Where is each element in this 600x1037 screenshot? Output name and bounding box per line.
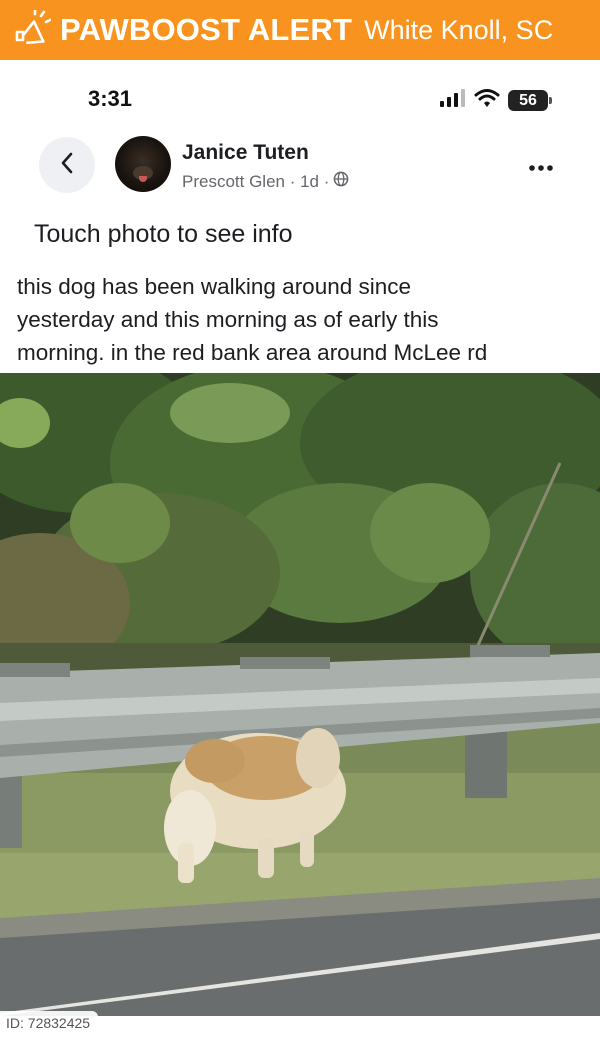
post-photo[interactable] [0, 373, 600, 1016]
battery-icon: 56 [508, 90, 552, 111]
signal-icon [440, 89, 466, 112]
status-bar: 3:31 56 [0, 76, 600, 122]
post-text: this dog has been walking around since y… [17, 270, 587, 369]
alert-location: White Knoll, SC [364, 14, 554, 45]
alert-banner: PAWBOOST ALERT White Knoll, SC [0, 0, 600, 60]
avatar[interactable] [115, 136, 171, 192]
post-text-line: yesterday and this morning as of early t… [17, 307, 439, 332]
chevron-left-icon [59, 151, 75, 180]
globe-icon [333, 171, 349, 192]
back-button[interactable] [39, 137, 95, 193]
wifi-icon [474, 88, 500, 113]
post-text-line: this dog has been walking around since [17, 274, 412, 299]
post-text-line: morning. in the red bank area around McL… [17, 340, 488, 365]
author-name[interactable]: Janice Tuten [182, 141, 309, 165]
author-meta: Prescott Glen · 1d · [182, 171, 349, 192]
post-header: Janice Tuten Prescott Glen · 1d · [0, 130, 600, 200]
touch-photo-hint: Touch photo to see info [34, 220, 293, 248]
photo-id-label: ID: 72832425 [0, 1011, 99, 1037]
author-meta-text: Prescott Glen · 1d · [182, 171, 330, 191]
more-options-button[interactable] [528, 148, 554, 179]
status-time: 3:31 [88, 86, 133, 111]
alert-brand: PAWBOOST ALERT [60, 12, 353, 47]
status-icons: 56 [440, 88, 552, 113]
megaphone-icon [8, 7, 54, 53]
